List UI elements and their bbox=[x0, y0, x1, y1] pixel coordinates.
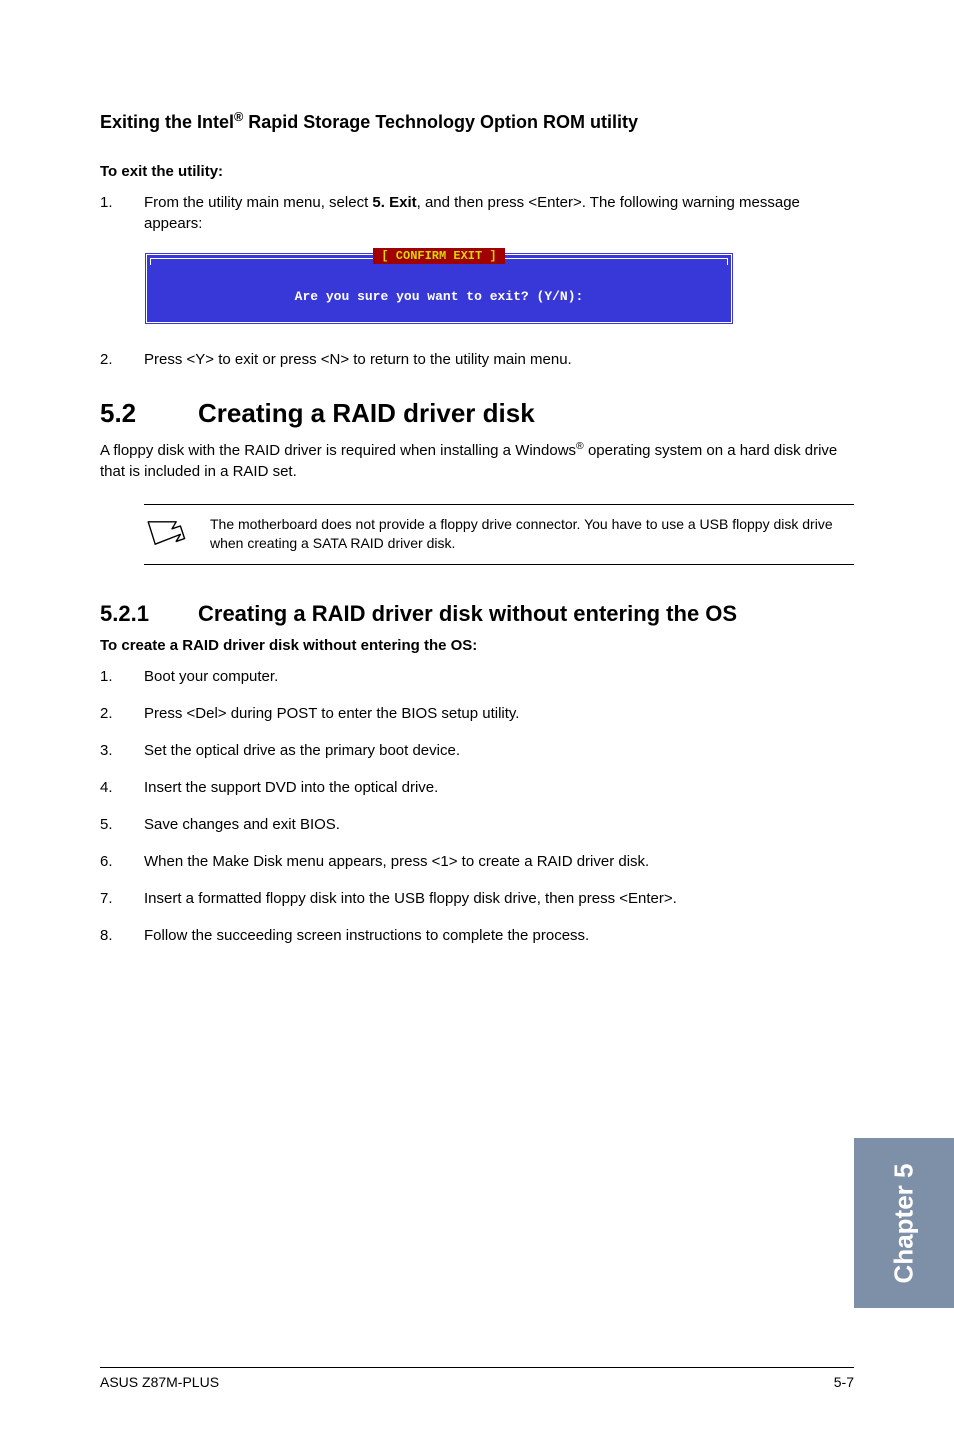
list-item: 6.When the Make Disk menu appears, press… bbox=[100, 851, 854, 872]
chapter-tab: Chapter 5 bbox=[854, 1138, 954, 1308]
step-number: 8. bbox=[100, 925, 144, 946]
section-number: 5.2 bbox=[100, 398, 198, 429]
note-text: The motherboard does not provide a flopp… bbox=[210, 515, 854, 553]
step-number: 2. bbox=[100, 349, 144, 370]
step-number: 6. bbox=[100, 851, 144, 872]
page-footer: ASUS Z87M-PLUS 5-7 bbox=[100, 1367, 854, 1390]
section-5-2-1-heading: 5.2.1Creating a RAID driver disk without… bbox=[100, 601, 854, 627]
footer-product: ASUS Z87M-PLUS bbox=[100, 1374, 219, 1390]
section-5-2-body: A floppy disk with the RAID driver is re… bbox=[100, 439, 854, 482]
section-title: Creating a RAID driver disk without ente… bbox=[198, 601, 737, 626]
exit-step-1: 1. From the utility main menu, select 5.… bbox=[100, 192, 854, 234]
step-body: Set the optical drive as the primary boo… bbox=[144, 740, 854, 761]
list-item: 3.Set the optical drive as the primary b… bbox=[100, 740, 854, 761]
step-body: When the Make Disk menu appears, press <… bbox=[144, 851, 854, 872]
step-body: Save changes and exit BIOS. bbox=[144, 814, 854, 835]
list-item: 7.Insert a formatted floppy disk into th… bbox=[100, 888, 854, 909]
heading-exit: Exiting the Intel® Rapid Storage Technol… bbox=[100, 110, 854, 133]
text-bold: 5. Exit bbox=[372, 194, 416, 211]
section-title: Creating a RAID driver disk bbox=[198, 398, 535, 428]
step-body: Insert a formatted floppy disk into the … bbox=[144, 888, 854, 909]
step-number: 5. bbox=[100, 814, 144, 835]
step-number: 1. bbox=[100, 192, 144, 234]
step-body: From the utility main menu, select 5. Ex… bbox=[144, 192, 854, 234]
confirm-title: [ CONFIRM EXIT ] bbox=[373, 248, 504, 264]
step-body: Insert the support DVD into the optical … bbox=[144, 777, 854, 798]
section-number: 5.2.1 bbox=[100, 601, 198, 627]
exit-utility-label: To exit the utility: bbox=[100, 163, 854, 180]
step-number: 1. bbox=[100, 666, 144, 687]
step-number: 2. bbox=[100, 703, 144, 724]
pencil-icon bbox=[144, 515, 186, 554]
registered-sup: ® bbox=[234, 110, 243, 124]
step-body: Follow the succeeding screen instruction… bbox=[144, 925, 854, 946]
list-item: 8.Follow the succeeding screen instructi… bbox=[100, 925, 854, 946]
exit-step-2: 2. Press <Y> to exit or press <N> to ret… bbox=[100, 349, 854, 370]
step-body: Press <Y> to exit or press <N> to return… bbox=[144, 349, 854, 370]
chapter-tab-label: Chapter 5 bbox=[889, 1163, 920, 1283]
note-block: The motherboard does not provide a flopp… bbox=[144, 504, 854, 565]
list-item: 2.Press <Del> during POST to enter the B… bbox=[100, 703, 854, 724]
text-frag: From the utility main menu, select bbox=[144, 194, 372, 211]
section-5-2-heading: 5.2Creating a RAID driver disk bbox=[100, 398, 854, 429]
list-item: 4.Insert the support DVD into the optica… bbox=[100, 777, 854, 798]
step-number: 3. bbox=[100, 740, 144, 761]
step-number: 4. bbox=[100, 777, 144, 798]
step-number: 7. bbox=[100, 888, 144, 909]
list-item: 1.Boot your computer. bbox=[100, 666, 854, 687]
registered-sup: ® bbox=[576, 440, 584, 452]
step-body: Boot your computer. bbox=[144, 666, 854, 687]
confirm-text: Are you sure you want to exit? (Y/N): bbox=[157, 289, 721, 304]
text-frag: A floppy disk with the RAID driver is re… bbox=[100, 442, 576, 459]
confirm-exit-dialog: [ CONFIRM EXIT ] Are you sure you want t… bbox=[144, 252, 854, 325]
list-item: 5.Save changes and exit BIOS. bbox=[100, 814, 854, 835]
footer-page-number: 5-7 bbox=[834, 1374, 854, 1390]
step-body: Press <Del> during POST to enter the BIO… bbox=[144, 703, 854, 724]
create-raid-label: To create a RAID driver disk without ent… bbox=[100, 637, 854, 654]
create-raid-steps: 1.Boot your computer. 2.Press <Del> duri… bbox=[100, 666, 854, 946]
